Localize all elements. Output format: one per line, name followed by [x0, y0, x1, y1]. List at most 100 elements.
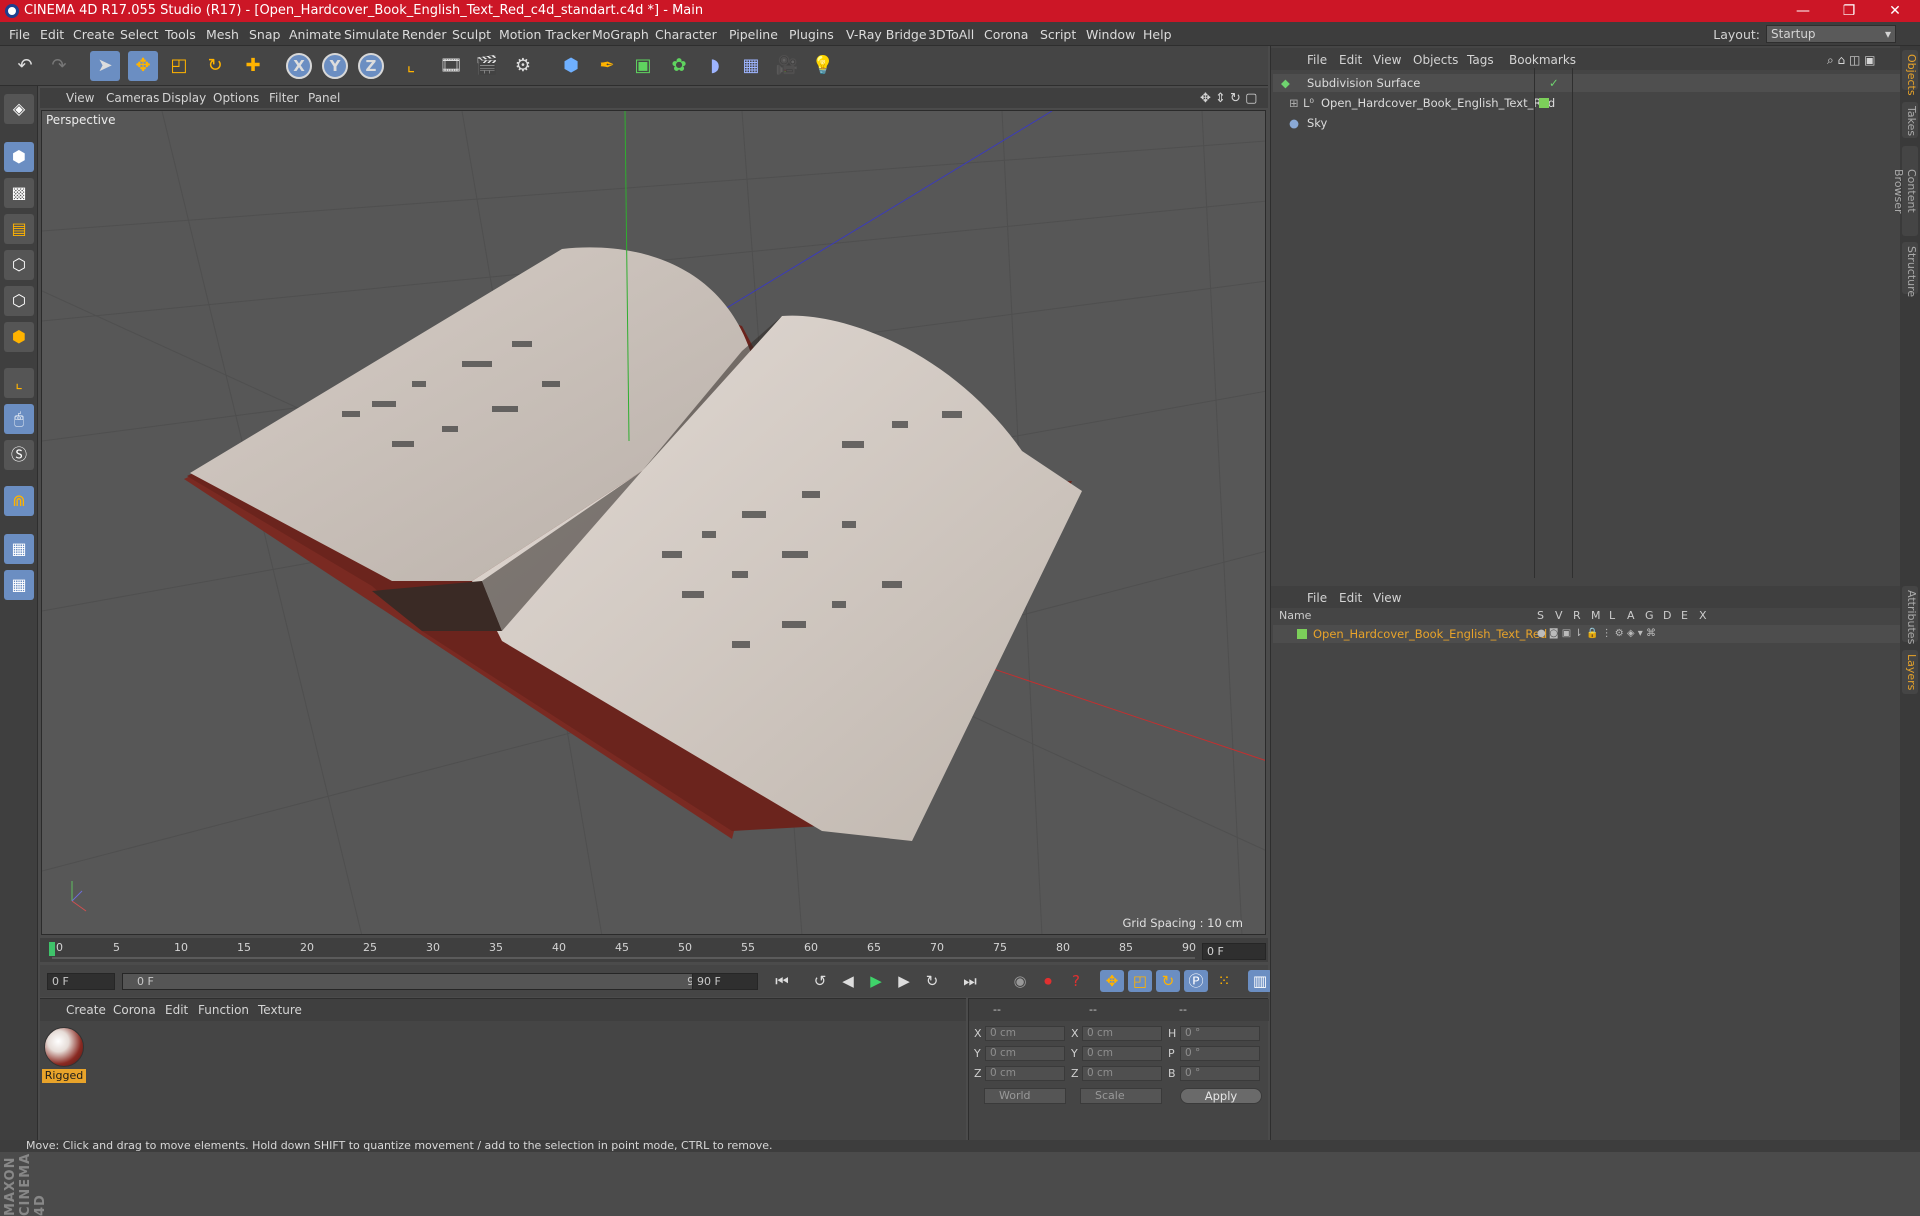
deformer-icon[interactable]: ◗ [700, 51, 730, 81]
z-axis-toggle[interactable]: Z [358, 53, 384, 79]
position-x-field[interactable]: 0 cm [985, 1026, 1065, 1041]
object-row-sky[interactable]: ● Sky [1273, 114, 1901, 132]
key-rotation-icon[interactable]: ↻ [1156, 970, 1180, 992]
next-key-icon[interactable]: ↻ [920, 970, 944, 992]
previous-key-icon[interactable]: ↺ [808, 970, 832, 992]
size-x-field[interactable]: 0 cm [1082, 1026, 1162, 1041]
y-axis-toggle[interactable]: Y [322, 53, 348, 79]
viewport-menu-options[interactable]: Options [213, 91, 259, 105]
x-axis-toggle[interactable]: X [286, 53, 312, 79]
camera-icon[interactable]: 🎥 [772, 51, 802, 81]
viewport-menu-panel[interactable]: Panel [308, 91, 340, 105]
material-menu-edit[interactable]: Edit [165, 1003, 188, 1017]
menu-sculpt[interactable]: Sculpt [452, 27, 491, 42]
objects-menu-bookmarks[interactable]: Bookmarks [1509, 53, 1576, 67]
viewport-menu-display[interactable]: Display [162, 91, 206, 105]
scale-icon[interactable]: ◰ [164, 51, 194, 81]
tab-layers[interactable]: Layers [1902, 650, 1918, 694]
position-z-field[interactable]: 0 cm [985, 1066, 1065, 1081]
select-icon[interactable]: ➤ [90, 51, 120, 81]
cube-icon[interactable]: ⬢ [556, 51, 586, 81]
end-frame-field[interactable]: 90 F [692, 973, 758, 990]
go-to-start-icon[interactable]: ⏮ [770, 970, 794, 992]
layers-menu-edit[interactable]: Edit [1339, 591, 1362, 605]
autokey-icon[interactable]: ⏺ [1036, 970, 1060, 992]
objects-menu-view[interactable]: View [1373, 53, 1401, 67]
render-settings-icon[interactable]: ⚙ [508, 51, 538, 81]
expand-icon[interactable]: ⊞ [1289, 94, 1299, 112]
tab-structure[interactable]: Structure [1902, 242, 1918, 297]
tab-objects[interactable]: Objects [1902, 50, 1918, 96]
key-parameter-icon[interactable]: Ⓟ [1184, 970, 1208, 992]
menu-window[interactable]: Window [1086, 27, 1135, 42]
go-to-end-icon[interactable]: ⏭ [958, 970, 982, 992]
objects-menu-tags[interactable]: Tags [1467, 53, 1494, 67]
frame-range-slider[interactable]: 0 F 90 F [122, 973, 726, 990]
menu-snap[interactable]: Snap [249, 27, 280, 42]
layer-toggle-icons[interactable]: ● ◙ ▣ ⇂ 🔒 ⋮ ⚙ ◈ ▾ ⌘ [1537, 625, 1656, 643]
render-view-icon[interactable]: 🎞 [436, 51, 466, 81]
material-menu-texture[interactable]: Texture [258, 1003, 302, 1017]
perspective-viewport[interactable]: Perspective Grid Spacing : 10 cm [41, 110, 1266, 935]
layout-dropdown[interactable]: Startup [1766, 25, 1896, 43]
minimize-button[interactable]: — [1780, 0, 1826, 22]
tab-takes[interactable]: Takes [1902, 102, 1918, 138]
floor-icon[interactable]: ▦ [736, 51, 766, 81]
menu-character[interactable]: Character [655, 27, 717, 42]
workplane-icon[interactable]: ▤ [4, 214, 34, 244]
magnet-icon[interactable]: ⋒ [4, 486, 34, 516]
menu-plugins[interactable]: Plugins [789, 27, 834, 42]
play-icon[interactable]: ▶ [864, 970, 888, 992]
tab-content-browser[interactable]: Content Browser [1892, 146, 1918, 236]
material-menu-function[interactable]: Function [198, 1003, 249, 1017]
snap-icon[interactable]: Ⓢ [4, 440, 34, 470]
next-frame-icon[interactable]: ▶ [892, 970, 916, 992]
menu-simulate[interactable]: Simulate [344, 27, 399, 42]
points-mode-icon[interactable]: ⬡ [4, 250, 34, 280]
timeline-window-icon[interactable]: ▥ [1248, 970, 1272, 992]
menu-motion-tracker[interactable]: Motion Tracker [499, 27, 590, 42]
tab-attributes[interactable]: Attributes [1902, 586, 1918, 644]
layers-menu-view[interactable]: View [1373, 591, 1401, 605]
apply-button[interactable]: Apply [1180, 1088, 1262, 1104]
size-z-field[interactable]: 0 cm [1082, 1066, 1162, 1081]
cloner-icon[interactable]: ✿ [664, 51, 694, 81]
viewport-nav-icons[interactable]: ✥ ⇕ ↻ ▢ [1200, 91, 1257, 106]
objects-search-icon[interactable]: ⌕ ⌂ ◫ ▣ [1827, 53, 1875, 68]
rotate-icon[interactable]: ↻ [200, 51, 230, 81]
render-icon[interactable]: 🎬 [472, 51, 502, 81]
object-row-book[interactable]: ⊞ L⁰ Open_Hardcover_Book_English_Text_Re… [1273, 94, 1901, 112]
lock-workplane-icon[interactable]: ▦ [4, 534, 34, 564]
close-button[interactable]: ✕ [1872, 0, 1918, 22]
rotation-h-field[interactable]: 0 ° [1180, 1026, 1260, 1041]
key-position-icon[interactable]: ✥ [1100, 970, 1124, 992]
material-menu-create[interactable]: Create [66, 1003, 106, 1017]
menu-mesh[interactable]: Mesh [206, 27, 239, 42]
maximize-button[interactable]: ❐ [1826, 0, 1872, 22]
model-mode-icon[interactable]: ⬢ [4, 142, 34, 172]
coordinate-mode-dropdown[interactable]: World [984, 1088, 1066, 1104]
layer-row[interactable]: Open_Hardcover_Book_English_Text_Red ● ◙… [1273, 625, 1901, 643]
layer-color-swatch[interactable] [1297, 629, 1307, 639]
start-frame-field[interactable]: 0 F [47, 973, 115, 990]
undo-icon[interactable]: ↶ [10, 51, 40, 81]
position-y-field[interactable]: 0 cm [985, 1046, 1065, 1061]
previous-frame-icon[interactable]: ◀ [836, 970, 860, 992]
key-pla-icon[interactable]: ⁙ [1212, 970, 1236, 992]
timeline-ruler[interactable]: 0 5 10 15 20 25 30 35 40 45 50 55 60 65 … [40, 938, 1268, 962]
subdivide-icon[interactable]: ▣ [628, 51, 658, 81]
add-icon[interactable]: ✚ [238, 51, 268, 81]
polygons-mode-icon[interactable]: ⬢ [4, 322, 34, 352]
redo-icon[interactable]: ↷ [44, 51, 74, 81]
size-mode-dropdown[interactable]: Scale [1080, 1088, 1162, 1104]
menu-script[interactable]: Script [1040, 27, 1076, 42]
menu-vray-bridge[interactable]: V-Ray Bridge [846, 27, 927, 42]
menu-select[interactable]: Select [120, 27, 159, 42]
keyframe-selection-icon[interactable]: ? [1064, 970, 1088, 992]
axis-mode-icon[interactable]: ⌞ [4, 368, 34, 398]
material-name[interactable]: Rigged [42, 1069, 86, 1083]
objects-menu-edit[interactable]: Edit [1339, 53, 1362, 67]
viewport-menu-view[interactable]: View [66, 91, 94, 105]
menu-mograph[interactable]: MoGraph [592, 27, 649, 42]
coordinate-system-icon[interactable]: ⌞ [396, 51, 426, 81]
